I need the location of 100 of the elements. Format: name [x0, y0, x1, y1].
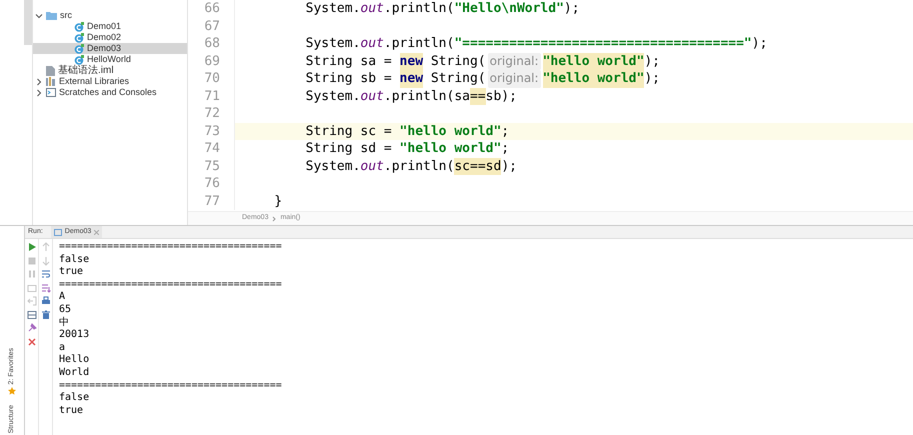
code-token: "hello world"	[542, 70, 644, 88]
line-number: 72	[203, 105, 221, 122]
code-token: String sb =	[304, 70, 393, 88]
code-token: );	[501, 158, 517, 175]
tree-item-label: Demo02	[87, 32, 122, 43]
code-token: );	[564, 0, 580, 18]
file-icon	[46, 66, 55, 76]
class-icon	[74, 32, 84, 42]
wrap-icon[interactable]	[40, 269, 50, 279]
code-token: System.	[304, 35, 360, 52]
code-token: String(	[430, 52, 486, 70]
class-icon	[74, 54, 84, 64]
print-icon[interactable]	[40, 296, 50, 306]
tree-item[interactable]: Scratches and Consoles	[33, 87, 187, 98]
code-token: out	[360, 88, 384, 105]
line-number: 67	[203, 18, 221, 35]
tree-item-label: src	[60, 10, 72, 21]
code-token: out	[360, 35, 384, 52]
tree-item[interactable]: HelloWorld	[33, 54, 187, 65]
tree-item[interactable]: Demo03	[33, 43, 187, 54]
run-icon[interactable]	[26, 242, 36, 252]
class-icon	[74, 44, 84, 54]
parameter-hint: original:	[488, 70, 541, 88]
code-token: .println(	[384, 0, 454, 18]
code-token: "Hello\nWorld"	[454, 0, 564, 18]
console-line: true	[59, 404, 84, 418]
tree-item-label: Demo03	[87, 43, 122, 54]
console-line: false	[59, 254, 90, 266]
code-token: "===================================="	[454, 35, 752, 52]
code-token: ;	[501, 140, 510, 158]
line-number: 68	[203, 35, 221, 52]
tree-item[interactable]: External Libraries	[33, 76, 187, 87]
line-number: 75	[203, 158, 221, 175]
code-token: .println(sa	[384, 88, 470, 105]
chevron-down-icon[interactable]	[35, 12, 43, 20]
console-line: Hello	[59, 354, 90, 367]
console-line: 20013	[59, 329, 90, 342]
code-token: String sa =	[304, 52, 393, 70]
code-token: ==	[470, 88, 486, 105]
code-token: System.	[304, 88, 360, 105]
code-token: ;	[501, 122, 510, 140]
layout-icon[interactable]	[26, 310, 36, 320]
code-token: );	[752, 35, 768, 52]
console-line: 65	[59, 304, 72, 316]
code-token: .println(	[384, 35, 454, 52]
code-token: sc==sd	[454, 158, 502, 175]
line-number: 71	[203, 88, 221, 105]
console-icon	[54, 228, 62, 236]
star-icon	[8, 386, 16, 395]
code-token: System.	[304, 0, 360, 18]
line-number: 73	[203, 122, 221, 140]
line-number: 77	[203, 192, 221, 210]
library-icon	[46, 77, 56, 86]
code-token: "hello world"	[400, 140, 502, 158]
code-token: new	[400, 70, 424, 88]
line-number: 76	[203, 175, 221, 192]
line-number: 70	[203, 70, 221, 88]
chevron-right-icon[interactable]	[35, 78, 43, 86]
chevron-right-icon[interactable]	[35, 88, 43, 96]
tree-item[interactable]: src	[33, 10, 187, 21]
console-line: 中	[59, 316, 70, 330]
code-token: new	[400, 52, 424, 70]
code-token: System.	[304, 158, 360, 175]
line-number: 69	[203, 52, 221, 70]
code-token: sb);	[486, 88, 517, 105]
tree-item-label: External Libraries	[59, 76, 130, 87]
console-line: =====================================	[59, 380, 283, 392]
code-token: "hello world"	[400, 122, 502, 140]
close-icon[interactable]	[26, 336, 36, 346]
folder-icon	[46, 11, 57, 20]
code-token: String sd =	[304, 140, 393, 158]
pin-icon[interactable]	[26, 323, 36, 333]
tree-item[interactable]: Demo01	[33, 21, 187, 32]
tree-item-label: 基础语法.iml	[58, 65, 114, 76]
code-token: .println(	[384, 158, 454, 175]
tree-item[interactable]: 基础语法.iml	[33, 65, 187, 76]
code-token: }	[273, 192, 282, 210]
code-token: );	[644, 70, 660, 88]
chevron-right-icon	[272, 216, 276, 222]
parameter-hint: original:	[488, 52, 541, 70]
console-line: a	[59, 342, 66, 354]
code-token: String(	[430, 70, 486, 88]
code-token: String sc =	[304, 122, 393, 140]
tree-item[interactable]: Demo02	[33, 32, 187, 43]
line-number: 66	[203, 0, 221, 18]
console-icon	[46, 88, 56, 97]
tree-item-label: Demo01	[87, 21, 122, 32]
code-token: "hello world"	[542, 52, 644, 70]
console-line: false	[59, 392, 90, 405]
console-line: World	[59, 366, 90, 380]
console-line: =====================================	[59, 241, 283, 254]
trash-icon[interactable]	[40, 310, 50, 320]
line-number: 74	[203, 140, 221, 158]
console-line: A	[59, 291, 66, 304]
scroll-end-icon[interactable]	[40, 282, 50, 292]
code-token: out	[360, 158, 384, 175]
code-token: out	[360, 0, 384, 18]
class-icon	[74, 22, 84, 32]
tree-item-label: HelloWorld	[87, 54, 131, 64]
console-line: =====================================	[59, 278, 283, 292]
